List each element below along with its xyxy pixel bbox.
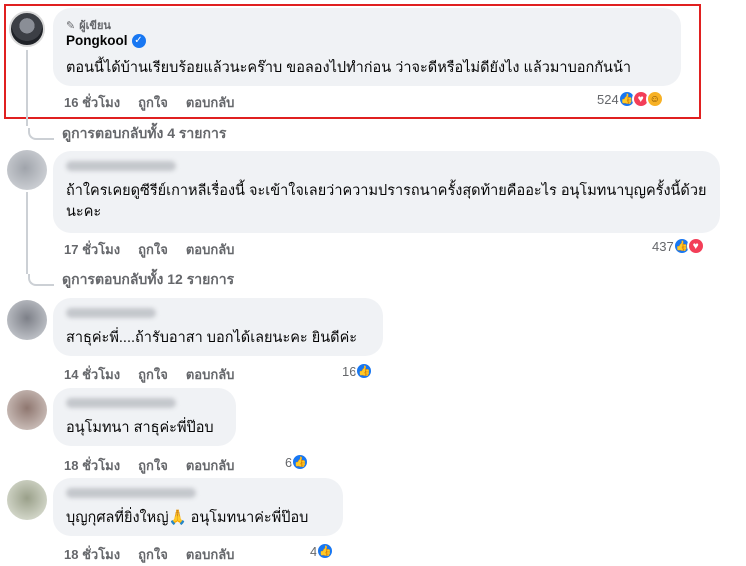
comment-actions: 18 ชั่วโมง ถูกใจ ตอบกลับ	[64, 544, 234, 565]
reply-button[interactable]: ตอบกลับ	[186, 364, 235, 385]
reaction-summary[interactable]: 437 👍 ♥	[652, 237, 705, 255]
comment-actions: 16 ชั่วโมง ถูกใจ ตอบกลับ	[64, 92, 234, 113]
author-name-label[interactable]: Pongkool	[66, 33, 128, 48]
avatar[interactable]	[9, 11, 45, 47]
avatar[interactable]	[7, 300, 47, 340]
pencil-icon: ✎	[66, 19, 76, 32]
reply-button[interactable]: ตอบกลับ	[186, 92, 235, 113]
comment-text: บุญกุศลที่ยิ่งใหญ่🙏 อนุโมทนาค่ะพี่ป๊อบ	[66, 510, 309, 526]
author-name[interactable]	[66, 398, 176, 408]
comment-bubble: อนุโมทนา สาธุค่ะพี่ป๊อบ	[53, 388, 236, 446]
view-replies-link[interactable]: ดูการตอบกลับทั้ง 4 รายการ	[28, 123, 226, 145]
like-button[interactable]: ถูกใจ	[138, 239, 168, 260]
reaction-count: 437	[652, 238, 674, 254]
author-name[interactable]	[66, 161, 176, 171]
author-name[interactable]: Pongkool ✓	[66, 33, 146, 48]
comment-bubble: บุญกุศลที่ยิ่งใหญ่🙏 อนุโมทนาค่ะพี่ป๊อบ	[53, 478, 343, 536]
reaction-summary[interactable]: 6 👍	[285, 453, 310, 471]
like-reaction-icon: 👍	[291, 453, 310, 471]
author-tag: ✎ ผู้เขียน	[66, 16, 111, 34]
author-tag-label: ผู้เขียน	[79, 20, 111, 32]
avatar[interactable]	[7, 390, 47, 430]
comment-text: ถ้าใครเคยดูซีรีย์เกาหลีเรื่องนี้ จะเข้าใ…	[66, 183, 707, 220]
comment-text: สาธุค่ะพี่....ถ้ารับอาสา บอกได้เลยนะคะ ย…	[66, 330, 358, 346]
avatar[interactable]	[7, 480, 47, 520]
reaction-count: 524	[597, 91, 619, 107]
like-button[interactable]: ถูกใจ	[138, 455, 168, 476]
reply-button[interactable]: ตอบกลับ	[186, 455, 235, 476]
view-replies-link[interactable]: ดูการตอบกลับทั้ง 12 รายการ	[28, 269, 234, 291]
comment-time[interactable]: 18 ชั่วโมง	[64, 544, 120, 565]
comment-bubble: ถ้าใครเคยดูซีรีย์เกาหลีเรื่องนี้ จะเข้าใ…	[53, 151, 720, 233]
like-button[interactable]: ถูกใจ	[138, 544, 168, 565]
comment-time[interactable]: 14 ชั่วโมง	[64, 364, 120, 385]
like-button[interactable]: ถูกใจ	[138, 92, 168, 113]
comment-time[interactable]: 18 ชั่วโมง	[64, 455, 120, 476]
comment-text: ตอนนี้ได้บ้านเรียบร้อยแล้วนะคร๊าบ ขอลองไ…	[66, 60, 632, 76]
reply-arrow-icon	[28, 274, 54, 286]
avatar[interactable]	[7, 150, 47, 190]
view-replies-label[interactable]: ดูการตอบกลับทั้ง 12 รายการ	[62, 269, 234, 291]
comment-actions: 14 ชั่วโมง ถูกใจ ตอบกลับ	[64, 364, 234, 385]
reply-button[interactable]: ตอบกลับ	[186, 239, 235, 260]
comment-actions: 17 ชั่วโมง ถูกใจ ตอบกลับ	[64, 239, 234, 260]
author-name[interactable]	[66, 488, 196, 498]
thread-line	[26, 50, 28, 126]
comment-bubble: สาธุค่ะพี่....ถ้ารับอาสา บอกได้เลยนะคะ ย…	[53, 298, 383, 356]
care-reaction-icon: ☺	[645, 90, 664, 108]
view-replies-label[interactable]: ดูการตอบกลับทั้ง 4 รายการ	[62, 123, 226, 145]
love-reaction-icon: ♥	[686, 237, 705, 255]
like-reaction-icon: 👍	[316, 542, 335, 560]
author-name[interactable]	[66, 308, 156, 318]
reaction-summary[interactable]: 4 👍	[310, 542, 335, 560]
thread-line	[26, 192, 28, 274]
comment-actions: 18 ชั่วโมง ถูกใจ ตอบกลับ	[64, 455, 234, 476]
like-reaction-icon: 👍	[355, 362, 374, 380]
reply-button[interactable]: ตอบกลับ	[186, 544, 235, 565]
comment-time[interactable]: 16 ชั่วโมง	[64, 92, 120, 113]
like-button[interactable]: ถูกใจ	[138, 364, 168, 385]
reaction-summary[interactable]: 524 👍 ♥ ☺	[597, 90, 664, 108]
comment-time[interactable]: 17 ชั่วโมง	[64, 239, 120, 260]
comment-bubble: ✎ ผู้เขียน Pongkool ✓ ตอนนี้ได้บ้านเรียบ…	[53, 8, 681, 86]
reply-arrow-icon	[28, 128, 54, 140]
reaction-count: 16	[342, 363, 357, 379]
reaction-summary[interactable]: 16 👍	[342, 362, 374, 380]
verified-badge-icon: ✓	[131, 33, 146, 48]
comment-text: อนุโมทนา สาธุค่ะพี่ป๊อบ	[66, 420, 214, 436]
